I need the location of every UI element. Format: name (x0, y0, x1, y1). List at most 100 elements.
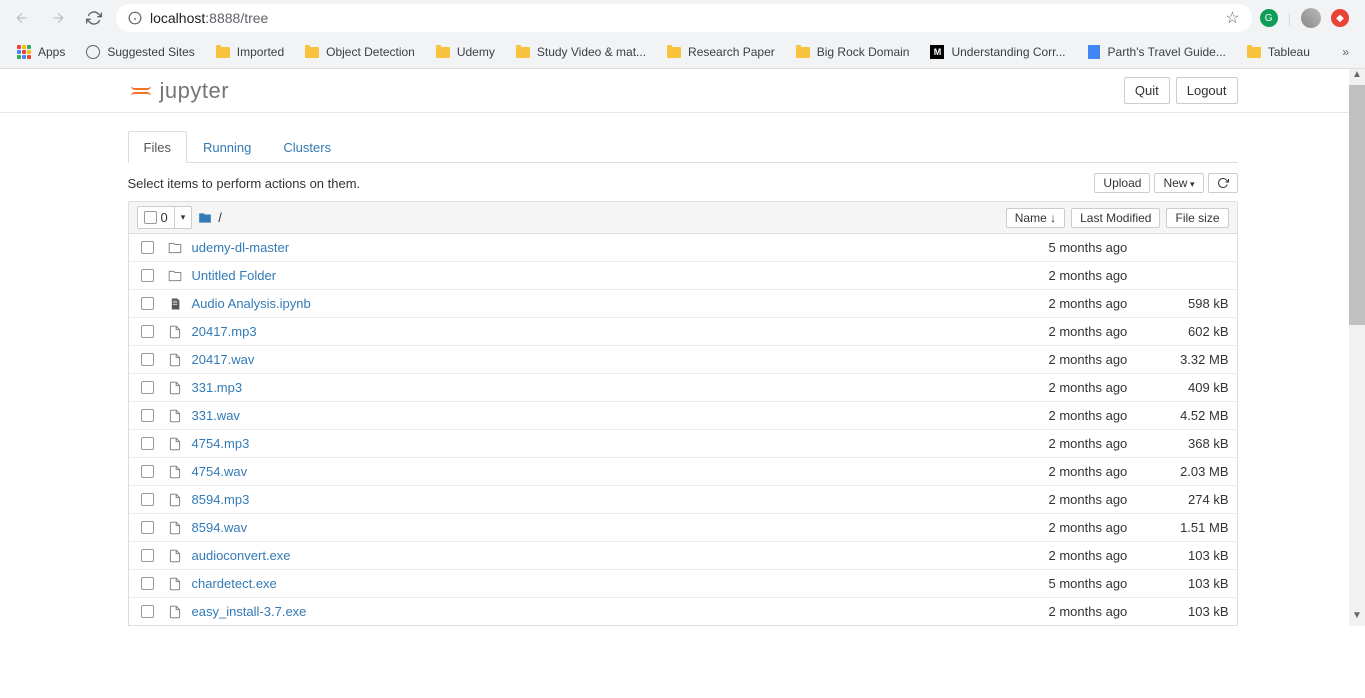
row-checkbox[interactable] (141, 521, 154, 534)
tab-running[interactable]: Running (187, 131, 267, 163)
file-modified: 2 months ago (1049, 520, 1149, 535)
star-icon[interactable]: ☆ (1225, 8, 1239, 28)
address-bar[interactable]: localhost:8888/tree ☆ (116, 4, 1252, 32)
select-dropdown-icon[interactable]: ▾ (175, 209, 192, 226)
upload-button[interactable]: Upload (1094, 173, 1150, 193)
forward-button[interactable] (44, 4, 72, 32)
file-row: 4754.mp32 months ago368 kB (129, 430, 1237, 458)
refresh-button[interactable] (1208, 173, 1238, 193)
file-row: 331.wav2 months ago4.52 MB (129, 402, 1237, 430)
toolbar-extensions: G | ◆ (1260, 8, 1357, 28)
file-name-link[interactable]: audioconvert.exe (192, 548, 1039, 563)
file-row: Untitled Folder2 months ago (129, 262, 1237, 290)
tab-files[interactable]: Files (128, 131, 187, 163)
file-name-link[interactable]: 4754.wav (192, 464, 1039, 479)
bookmark-item[interactable]: Imported (207, 40, 292, 64)
sort-size-button[interactable]: File size (1166, 208, 1228, 228)
scroll-down-icon[interactable]: ▼ (1349, 610, 1365, 626)
file-size: 103 kB (1159, 548, 1229, 563)
file-name-link[interactable]: 8594.wav (192, 520, 1039, 535)
row-checkbox[interactable] (141, 465, 154, 478)
row-checkbox[interactable] (141, 353, 154, 366)
extension-grammarly-icon[interactable]: G (1260, 9, 1278, 27)
logout-button[interactable]: Logout (1176, 77, 1238, 104)
file-name-link[interactable]: Audio Analysis.ipynb (192, 296, 1039, 311)
row-checkbox[interactable] (141, 605, 154, 618)
bookmark-item[interactable]: Research Paper (658, 40, 783, 64)
file-size: 602 kB (1159, 324, 1229, 339)
jupyter-logo-text: jupyter (160, 78, 230, 104)
file-modified: 2 months ago (1049, 436, 1149, 451)
file-name-link[interactable]: Untitled Folder (192, 268, 1039, 283)
file-name-link[interactable]: chardetect.exe (192, 576, 1039, 591)
file-row: 4754.wav2 months ago2.03 MB (129, 458, 1237, 486)
file-icon (168, 493, 182, 507)
file-modified: 2 months ago (1049, 380, 1149, 395)
bookmark-item[interactable]: Suggested Sites (77, 40, 202, 64)
row-checkbox[interactable] (141, 269, 154, 282)
file-modified: 2 months ago (1049, 296, 1149, 311)
file-icon (168, 521, 182, 535)
row-checkbox[interactable] (141, 549, 154, 562)
row-checkbox[interactable] (141, 297, 154, 310)
file-size: 103 kB (1159, 576, 1229, 591)
file-row: Audio Analysis.ipynb 2 months ago 598 kB (129, 290, 1237, 318)
bookmark-item[interactable]: Parth's Travel Guide... (1078, 40, 1234, 64)
file-icon (168, 577, 182, 591)
row-checkbox[interactable] (141, 577, 154, 590)
bookmark-item[interactable]: MUnderstanding Corr... (921, 40, 1073, 64)
bookmark-item[interactable]: Apps (8, 40, 73, 64)
actions-row: Select items to perform actions on them.… (128, 163, 1238, 201)
bookmark-label: Apps (38, 45, 65, 59)
file-icon (168, 465, 182, 479)
scrollbar[interactable]: ▲ ▼ (1349, 69, 1365, 626)
scroll-thumb[interactable] (1349, 85, 1365, 325)
file-name-link[interactable]: 20417.mp3 (192, 324, 1039, 339)
back-button[interactable] (8, 4, 36, 32)
bookmark-label: Research Paper (688, 45, 775, 59)
row-checkbox[interactable] (141, 241, 154, 254)
quit-button[interactable]: Quit (1124, 77, 1170, 104)
select-all-control[interactable]: 0 ▾ (137, 206, 193, 229)
file-name-link[interactable]: easy_install-3.7.exe (192, 604, 1039, 619)
bookmark-item[interactable]: Udemy (427, 40, 503, 64)
scroll-up-icon[interactable]: ▲ (1349, 69, 1365, 85)
folder-icon (168, 241, 182, 255)
reload-button[interactable] (80, 4, 108, 32)
file-name-link[interactable]: 331.mp3 (192, 380, 1039, 395)
sort-name-button[interactable]: Name ↓ (1006, 208, 1065, 228)
url-text: localhost:8888/tree (150, 10, 268, 26)
file-icon (168, 409, 182, 423)
file-name-link[interactable]: 8594.mp3 (192, 492, 1039, 507)
browser-toolbar: localhost:8888/tree ☆ G | ◆ (0, 0, 1365, 36)
file-name-link[interactable]: udemy-dl-master (192, 240, 1039, 255)
bookmark-item[interactable]: Tableau (1238, 40, 1318, 64)
folder-icon (168, 269, 182, 283)
bookmark-item[interactable]: Object Detection (296, 40, 423, 64)
breadcrumb[interactable]: / (218, 210, 222, 225)
jupyter-logo[interactable]: jupyter (128, 78, 230, 104)
bookmark-label: Tableau (1268, 45, 1310, 59)
folder-root-icon[interactable] (198, 211, 212, 225)
row-checkbox[interactable] (141, 325, 154, 338)
file-icon (168, 437, 182, 451)
profile-avatar[interactable] (1301, 8, 1321, 28)
file-name-link[interactable]: 20417.wav (192, 352, 1039, 367)
row-checkbox[interactable] (141, 381, 154, 394)
row-checkbox[interactable] (141, 493, 154, 506)
file-modified: 5 months ago (1049, 240, 1149, 255)
extension-icon[interactable]: ◆ (1331, 9, 1349, 27)
bookmark-item[interactable]: Study Video & mat... (507, 40, 654, 64)
row-checkbox[interactable] (141, 437, 154, 450)
file-name-link[interactable]: 331.wav (192, 408, 1039, 423)
bookmarks-overflow[interactable]: » (1334, 41, 1357, 63)
tab-clusters[interactable]: Clusters (267, 131, 347, 163)
select-all-checkbox[interactable] (144, 211, 157, 224)
bookmark-label: Suggested Sites (107, 45, 194, 59)
bookmark-item[interactable]: Big Rock Domain (787, 40, 918, 64)
sort-modified-button[interactable]: Last Modified (1071, 208, 1160, 228)
new-button[interactable]: New (1154, 173, 1203, 193)
file-size: 598 kB (1159, 296, 1229, 311)
row-checkbox[interactable] (141, 409, 154, 422)
file-name-link[interactable]: 4754.mp3 (192, 436, 1039, 451)
